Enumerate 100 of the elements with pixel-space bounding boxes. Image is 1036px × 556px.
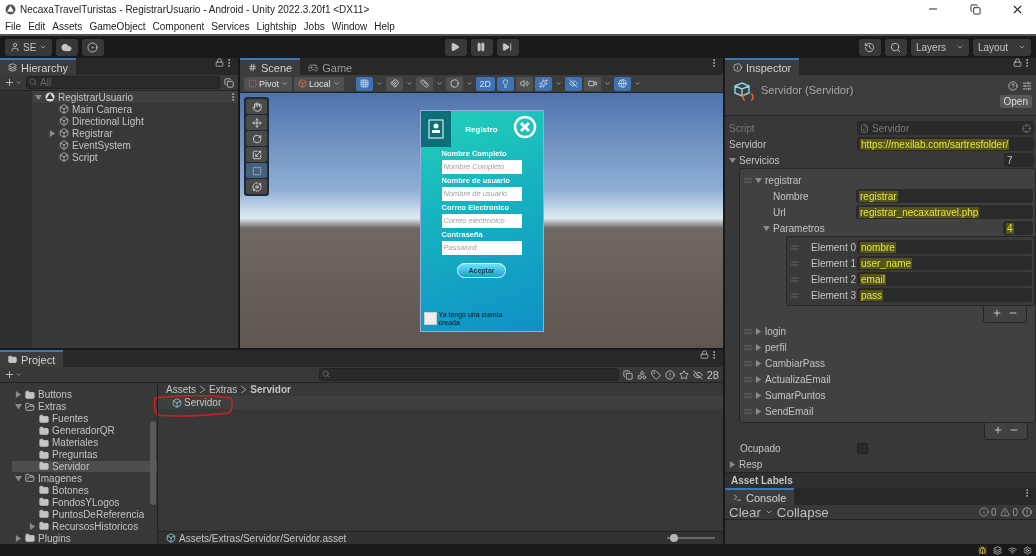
history-button[interactable] [859,38,881,56]
breadcrumb-link[interactable]: Extras [209,384,238,395]
hierarchy-item[interactable]: Registrar [72,127,113,139]
scene-tab[interactable]: Scene [240,58,301,75]
service-name[interactable]: perfil [765,341,787,353]
text-field[interactable]: registrar_necaxatravel.php [856,205,1033,219]
move-tool[interactable] [246,115,267,130]
project-folder-item[interactable]: GeneradorQR [12,424,157,437]
expand-arrow-icon[interactable] [15,474,22,482]
grid-toggle[interactable] [355,76,373,91]
camera-toggle[interactable] [584,76,602,91]
expand-arrow-icon[interactable] [35,93,42,101]
open-button[interactable]: Open [999,95,1032,108]
layers-dropdown[interactable]: Layers [911,38,969,56]
count-field[interactable]: 7 [1004,153,1034,167]
audio-toggle[interactable] [516,76,534,91]
lighting-toggle[interactable] [497,76,515,91]
account-dropdown[interactable]: SE [5,38,53,56]
play-button[interactable] [444,38,467,56]
pivot-dropdown[interactable]: Pivot [244,76,292,91]
text-field[interactable]: https://mexilab.com/sartresfolder/ [857,137,1034,151]
project-folder-item[interactable]: PuntosDeReferencia [12,508,157,521]
service-name[interactable]: CambiarPass [765,357,826,369]
service-name[interactable]: login [765,325,787,337]
add-dropdown[interactable] [4,77,22,88]
search-field[interactable]: All [26,76,220,89]
project-folder-item[interactable]: Botones [12,484,157,497]
text-field[interactable]: registrar [856,189,1033,203]
clear-button[interactable]: Clear [729,504,761,520]
project-folder-item[interactable]: Imagenes [12,472,157,485]
scale-tool[interactable] [246,147,267,162]
expand-arrow-icon[interactable] [755,407,762,415]
menu-item[interactable]: Assets [52,20,83,32]
expand-arrow-icon[interactable] [15,534,22,542]
text-field[interactable]: user_name [857,256,1032,270]
project-folder-item[interactable]: Materiales [12,436,157,449]
breadcrumb-link[interactable]: Assets [166,384,196,395]
expand-arrow-icon[interactable] [755,375,762,383]
project-tab[interactable]: Project [0,350,64,367]
checkbox[interactable] [857,442,868,454]
rotate-tool[interactable] [246,131,267,146]
service-name[interactable]: ActualizaEmail [765,373,831,385]
project-folder-item[interactable]: Extras [12,400,157,413]
inspector-tab[interactable]: Inspector [725,58,800,75]
project-folder-item[interactable]: Fuentes [12,412,157,425]
project-folder-item[interactable]: Buttons [12,389,157,401]
collab-button[interactable] [82,38,105,56]
expand-arrow-icon[interactable] [755,327,762,335]
expand-arrow-icon[interactable] [15,391,22,399]
expand-arrow-icon[interactable] [49,129,56,137]
menu-item[interactable]: Component [152,20,205,32]
menu-item[interactable]: Jobs [303,20,325,32]
space-dropdown[interactable]: Local [294,76,344,91]
expand-arrow-icon[interactable] [763,224,770,232]
expand-arrow-icon[interactable] [729,460,736,468]
menu-item[interactable]: Help [374,20,395,32]
search-field[interactable] [318,368,619,381]
project-folder-item[interactable]: FondosYLogos [12,496,157,509]
pause-button[interactable] [470,38,493,56]
hierarchy-item[interactable]: EventSystem [72,139,131,151]
gizmos-toggle[interactable] [614,76,632,91]
menu-item[interactable]: Edit [28,20,46,32]
hierarchy-item[interactable]: Script [72,151,98,163]
slider-thumb[interactable] [670,534,679,542]
expand-arrow-icon[interactable] [755,176,762,184]
mode-2d-button[interactable]: 2D [475,76,496,91]
project-folder-item[interactable]: Servidor [12,460,157,473]
menu-item[interactable]: Window [331,20,368,32]
hierarchy-item[interactable]: Directional Light [72,115,144,127]
scene-tab[interactable]: Game [300,58,361,75]
menu-item[interactable]: Services [211,20,250,32]
hand-tool[interactable] [246,99,267,114]
close-icon[interactable] [512,114,537,139]
expand-arrow-icon[interactable] [755,359,762,367]
menu-item[interactable]: Lightship [256,20,297,32]
cloud-button[interactable] [56,38,79,56]
text-field[interactable]: email [857,272,1032,286]
service-name[interactable]: registrar [765,174,802,186]
hierarchy-item[interactable]: Main Camera [72,103,133,115]
text-field[interactable]: nombre [857,240,1032,254]
project-folder-item[interactable]: Plugins [12,532,157,544]
console-tab[interactable]: Console [725,488,795,505]
transform-tool[interactable] [246,179,267,194]
hierarchy-tab[interactable]: Hierarchy [0,58,77,75]
collapse-button[interactable]: Collapse [776,504,829,520]
expand-arrow-icon[interactable] [29,522,36,530]
count-field[interactable]: 4 [1003,221,1033,235]
text-field[interactable]: pass [857,288,1032,302]
service-name[interactable]: SumarPuntos [765,389,826,401]
expand-arrow-icon[interactable] [15,403,22,411]
layout-dropdown[interactable]: Layout [973,38,1031,56]
visibility-toggle[interactable] [565,76,583,91]
service-name[interactable]: SendEmail [765,405,814,417]
effects-toggle[interactable] [535,76,553,91]
project-folder-item[interactable]: Preguntas [12,448,157,461]
menu-item[interactable]: GameObject [89,20,146,32]
add-dropdown[interactable] [4,369,22,380]
search-button[interactable] [885,38,907,56]
expand-arrow-icon[interactable] [755,391,762,399]
menu-item[interactable]: File [5,20,22,32]
